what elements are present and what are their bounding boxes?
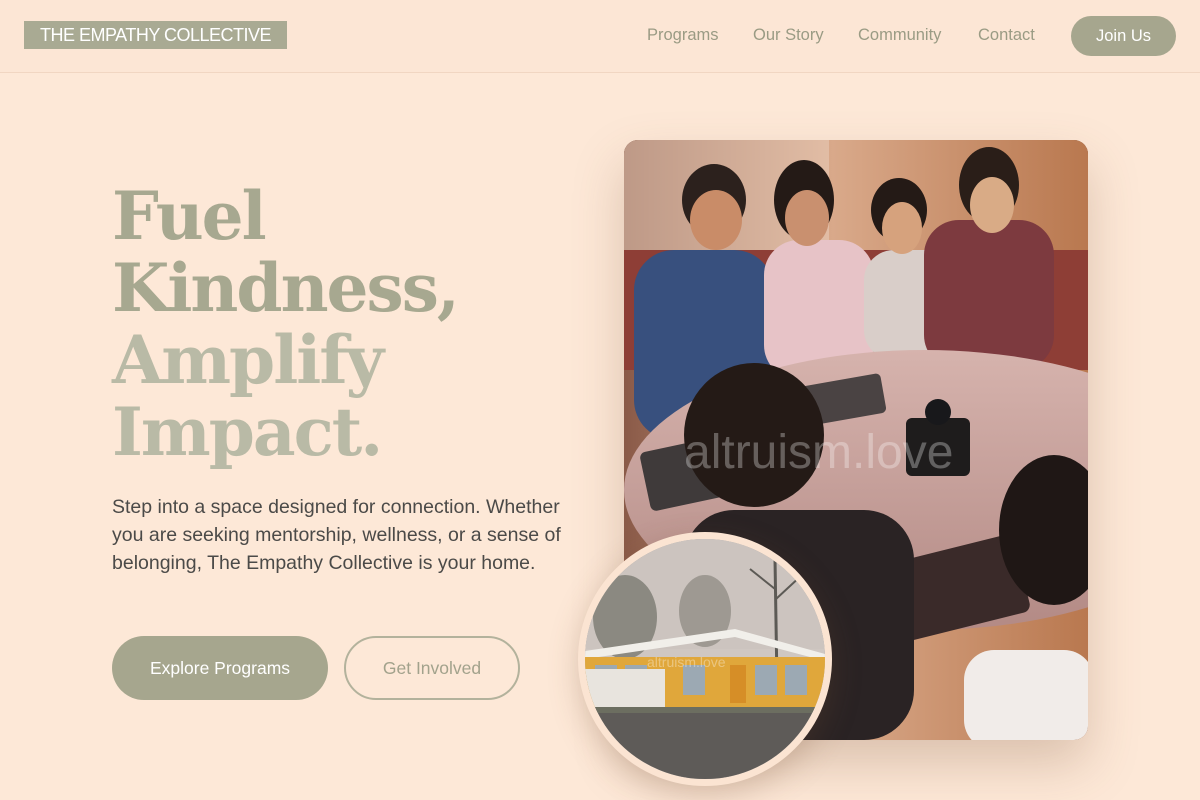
building-photo: altruism.love	[578, 532, 832, 786]
brand-logo[interactable]: THE EMPATHY COLLECTIVE	[24, 21, 288, 49]
building-photo-watermark: altruism.love	[647, 654, 726, 670]
hero-headline: Fuel Kindness, Amplify Impact.	[112, 180, 572, 468]
nav-community[interactable]: Community	[858, 26, 941, 45]
nav-contact[interactable]: Contact	[978, 26, 1035, 45]
join-us-button[interactable]: Join Us	[1071, 16, 1176, 56]
nav-programs[interactable]: Programs	[647, 26, 719, 45]
get-involved-button[interactable]: Get Involved	[344, 636, 520, 700]
hero-photo-watermark: altruism.love	[684, 426, 953, 479]
headline-line-2: Kindness,	[112, 249, 460, 327]
nav-our-story[interactable]: Our Story	[753, 26, 824, 45]
building-photo-illustration: altruism.love	[585, 539, 825, 779]
headline-line-3: Amplify	[112, 321, 384, 399]
headline-line-1: Fuel	[112, 177, 267, 255]
hero-intro-text: Step into a space designed for connectio…	[112, 496, 561, 574]
site-header: THE EMPATHY COLLECTIVE Programs Our Stor…	[0, 0, 1200, 73]
explore-programs-button[interactable]: Explore Programs	[112, 636, 328, 700]
headline-line-4: Impact.	[112, 393, 383, 471]
